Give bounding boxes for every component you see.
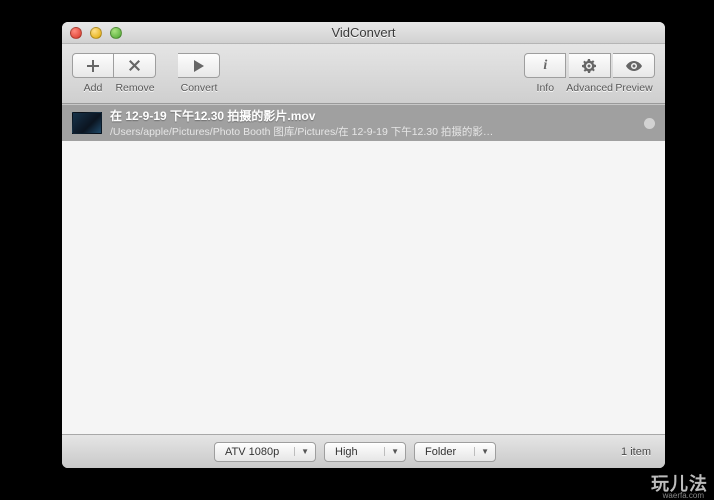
- destination-value: Folder: [425, 446, 456, 458]
- file-name: 在 12-9-19 下午12.30 拍摄的影片.mov: [110, 107, 636, 124]
- preset-dropdown[interactable]: ATV 1080p ▼: [214, 442, 316, 462]
- minimize-icon[interactable]: [90, 27, 102, 39]
- destination-dropdown[interactable]: Folder ▼: [414, 442, 496, 462]
- add-button[interactable]: [72, 53, 114, 78]
- preset-value: ATV 1080p: [225, 446, 279, 458]
- quality-value: High: [335, 446, 358, 458]
- plus-icon: [87, 60, 99, 72]
- titlebar: VidConvert: [62, 22, 665, 44]
- list-item[interactable]: 在 12-9-19 下午12.30 拍摄的影片.mov /Users/apple…: [62, 105, 665, 141]
- file-list: 在 12-9-19 下午12.30 拍摄的影片.mov /Users/apple…: [62, 104, 665, 434]
- convert-group: Convert: [178, 53, 220, 94]
- app-window: VidConvert Add Remove Con: [62, 22, 665, 468]
- chevron-down-icon: ▼: [474, 447, 489, 456]
- chevron-down-icon: ▼: [294, 447, 309, 456]
- item-count: 1 item: [621, 446, 651, 458]
- quality-dropdown[interactable]: High ▼: [324, 442, 406, 462]
- preview-button[interactable]: [613, 53, 655, 78]
- add-label: Add: [84, 82, 103, 94]
- video-thumbnail: [72, 112, 102, 134]
- info-label: Info: [537, 82, 555, 94]
- convert-button[interactable]: [178, 53, 220, 78]
- traffic-lights: [62, 27, 122, 39]
- chevron-down-icon: ▼: [384, 447, 399, 456]
- preview-label: Preview: [615, 82, 652, 94]
- watermark-url: waerfa.com: [663, 491, 704, 500]
- remove-button[interactable]: [114, 53, 156, 78]
- file-path: /Users/apple/Pictures/Photo Booth 图库/Pic…: [110, 124, 636, 139]
- eye-icon: [626, 61, 642, 71]
- right-group: i Info Advanced Preview: [524, 53, 655, 94]
- advanced-button[interactable]: [569, 53, 611, 78]
- play-icon: [194, 60, 204, 72]
- close-icon[interactable]: [70, 27, 82, 39]
- gear-icon: [582, 59, 596, 73]
- window-title: VidConvert: [62, 25, 665, 40]
- status-dot: [644, 118, 655, 129]
- advanced-label: Advanced: [566, 82, 613, 94]
- list-item-text: 在 12-9-19 下午12.30 拍摄的影片.mov /Users/apple…: [110, 107, 636, 139]
- toolbar: Add Remove Convert i: [62, 44, 665, 104]
- convert-label: Convert: [181, 82, 218, 94]
- x-icon: [129, 60, 140, 71]
- zoom-icon[interactable]: [110, 27, 122, 39]
- info-button[interactable]: i: [524, 53, 566, 78]
- add-remove-group: Add Remove: [72, 53, 156, 94]
- info-icon: i: [543, 58, 547, 74]
- bottom-bar: ATV 1080p ▼ High ▼ Folder ▼ 1 item: [62, 434, 665, 468]
- remove-label: Remove: [115, 82, 154, 94]
- watermark: 玩儿法: [651, 470, 708, 496]
